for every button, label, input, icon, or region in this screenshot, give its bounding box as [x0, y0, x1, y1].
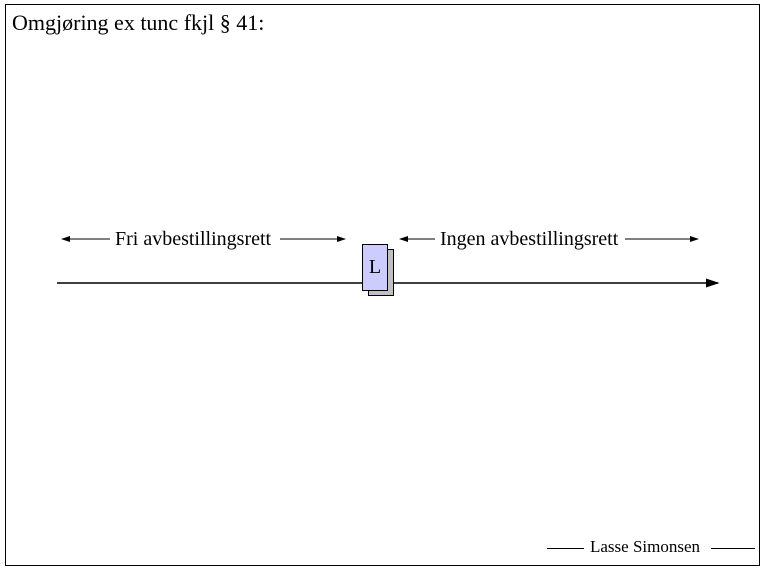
slide: Omgjøring ex tunc fkjl § 41: Fri avbesti… — [0, 0, 765, 570]
event-box: L — [362, 244, 388, 291]
event-box-label: L — [369, 256, 381, 279]
author-divider-right — [711, 548, 755, 549]
author-divider-left — [547, 548, 584, 549]
author-name: Lasse Simonsen — [590, 537, 700, 557]
right-label: Ingen avbestillingsrett — [440, 228, 618, 251]
left-label: Fri avbestillingsrett — [115, 228, 271, 251]
